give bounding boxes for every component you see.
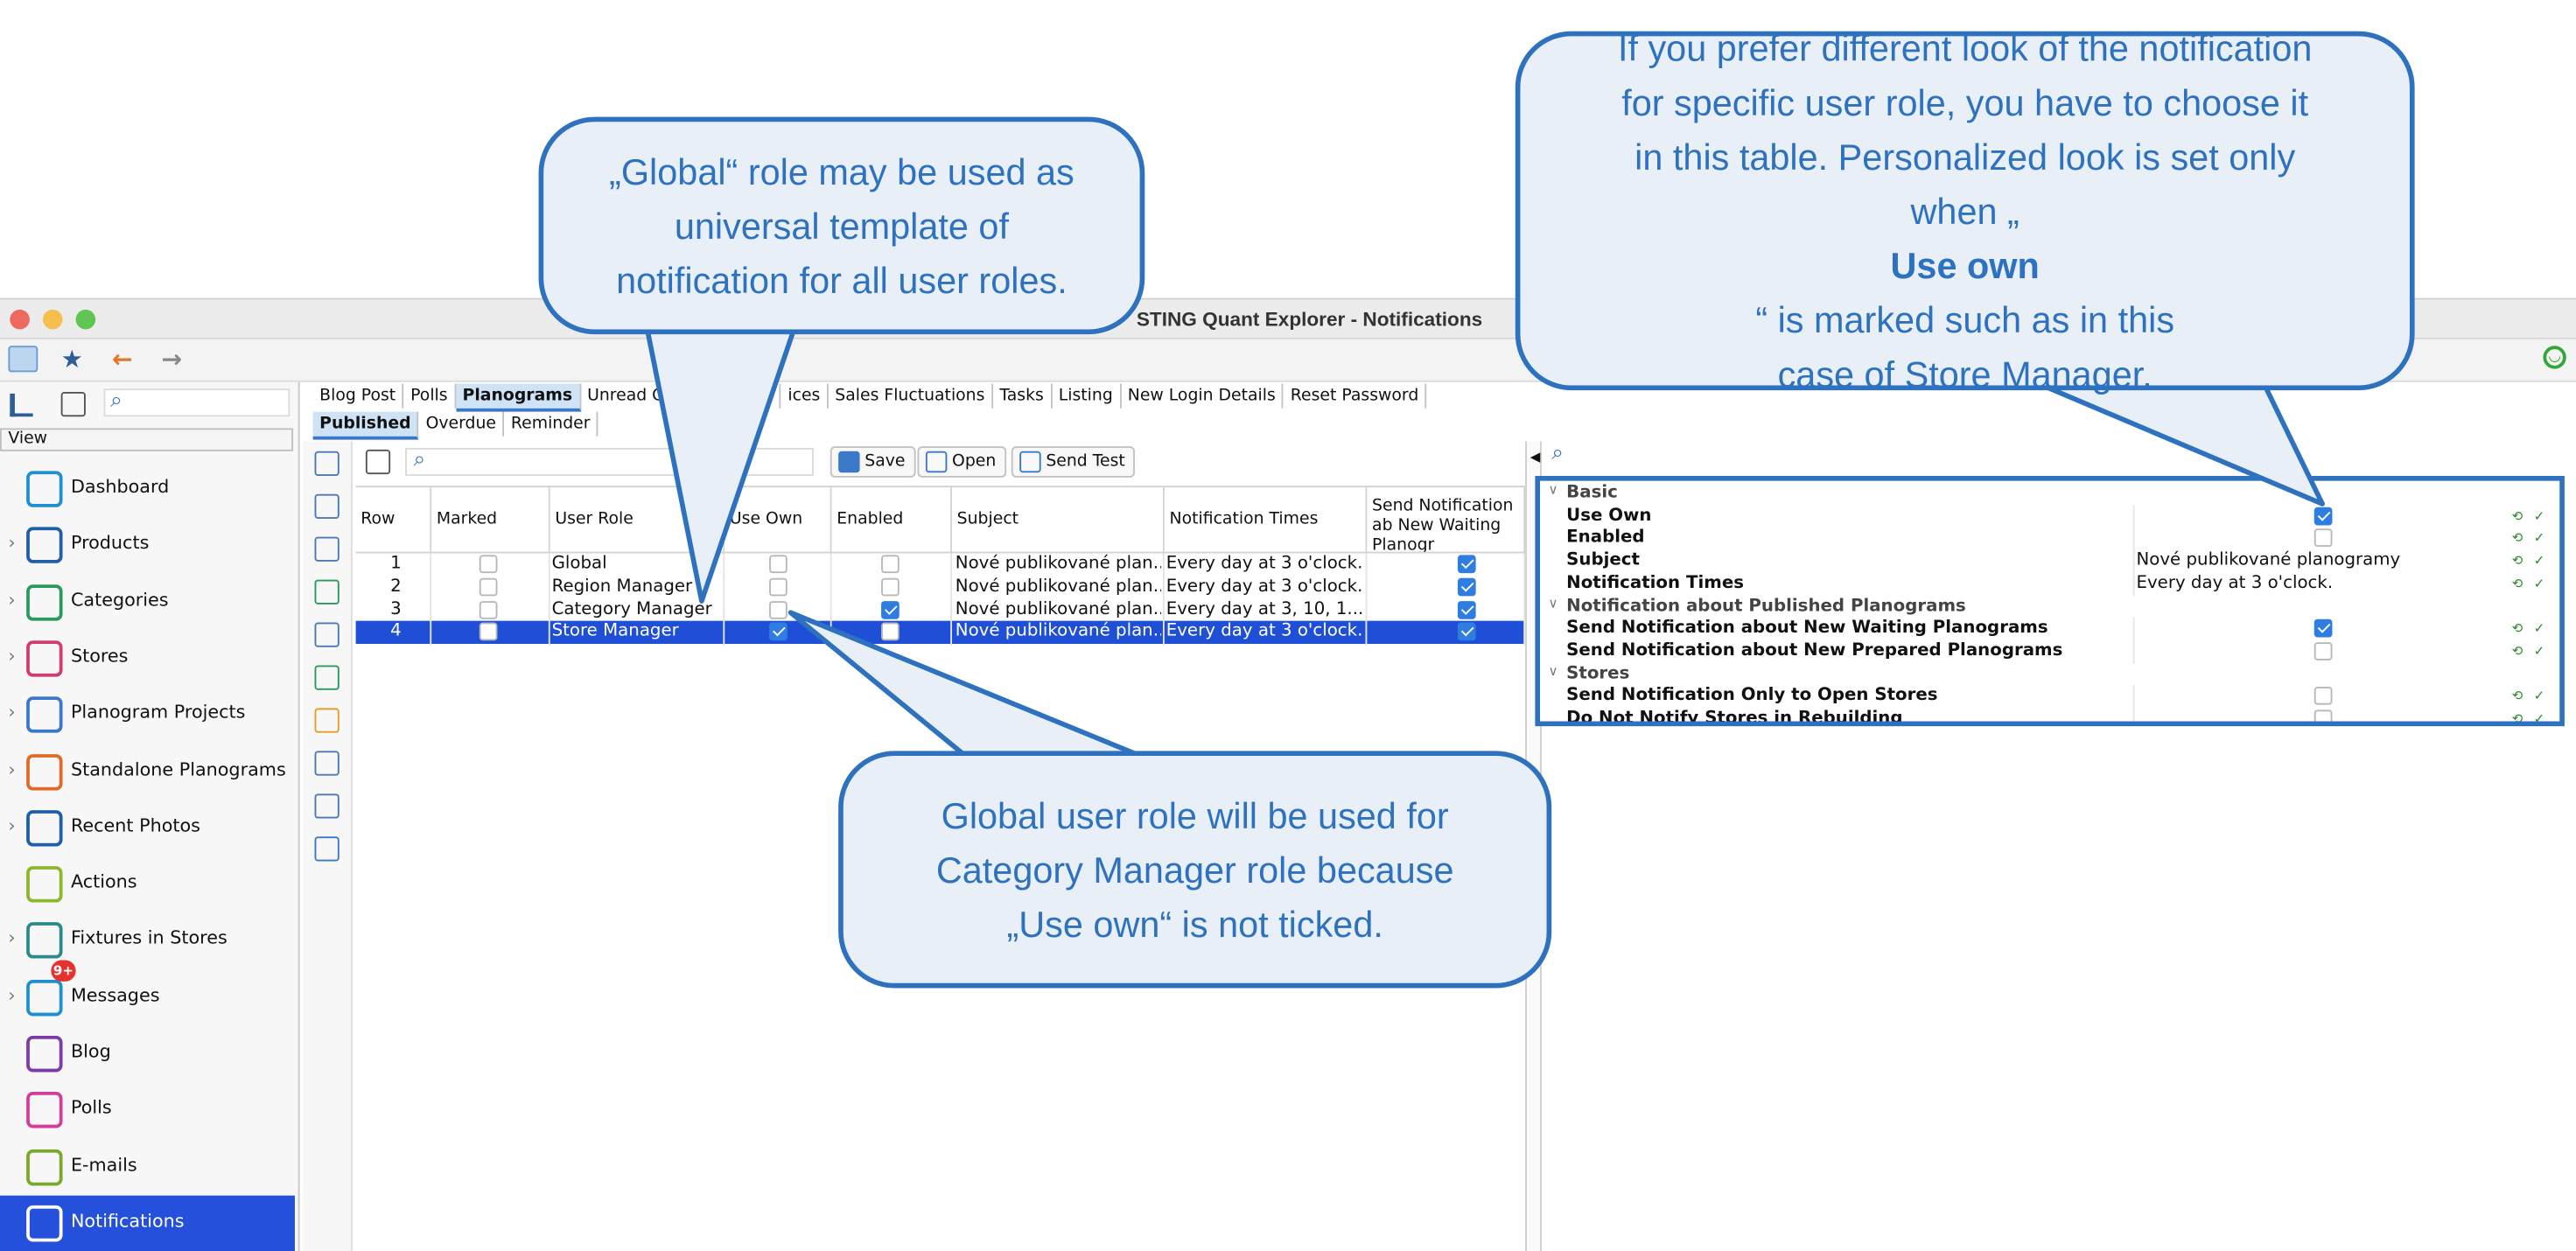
screenshot-stage: STING Quant Explorer - Notifications ★ ←… xyxy=(0,0,2576,1251)
global-role-callout: „Global“ role may be used as universal t… xyxy=(538,116,1145,335)
category-manager-callout: Global user role will be used for Catego… xyxy=(838,751,1552,989)
use-own-callout: If you prefer different look of the noti… xyxy=(1515,27,2415,395)
